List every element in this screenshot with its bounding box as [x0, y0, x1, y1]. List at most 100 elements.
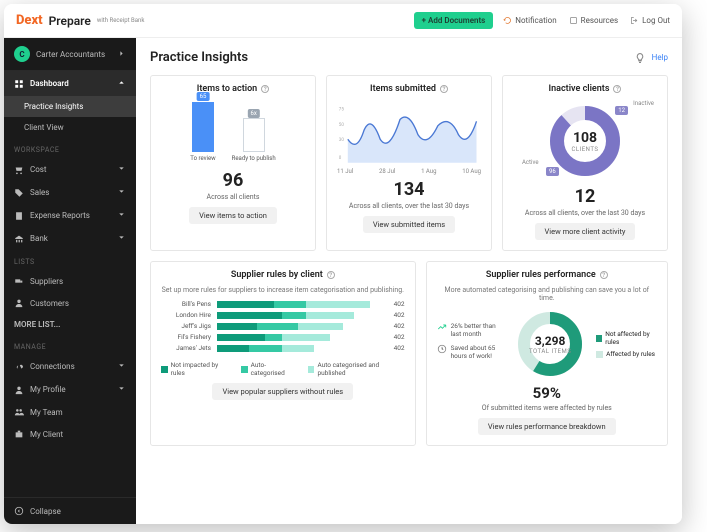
bulb-icon[interactable] — [634, 52, 646, 64]
nav-notification-label: Notification — [515, 16, 556, 25]
view-submitted-button[interactable]: View submitted items — [363, 216, 455, 233]
view-activity-button[interactable]: View more client activity — [535, 223, 636, 240]
stat-caption: Across all clients, over the last 30 day… — [349, 202, 469, 210]
card-title: Supplier rules by client — [231, 270, 323, 280]
info-icon[interactable]: ? — [613, 85, 621, 93]
sidebar-customers[interactable]: Customers — [4, 292, 136, 314]
hbar-row: London Hire402 — [161, 311, 405, 319]
view-items-button[interactable]: View items to action — [189, 207, 277, 224]
nav-logout-label: Log Out — [642, 16, 670, 25]
collapse-button[interactable]: Collapse — [4, 497, 136, 524]
inactive-tag: 12 — [615, 106, 628, 115]
chevron-right-icon — [117, 49, 126, 60]
nav-logout[interactable]: Log Out — [630, 16, 670, 25]
page-title: Practice Insights — [150, 50, 248, 65]
sidebar-client-view[interactable]: Client View — [4, 117, 136, 138]
refresh-icon — [503, 16, 512, 25]
card-title: Supplier rules performance — [486, 270, 596, 280]
sidebar-my-team[interactable]: My Team — [4, 401, 136, 423]
nav-resources[interactable]: Resources — [569, 16, 618, 25]
section-manage: MANAGE — [4, 335, 136, 355]
sidebar-my-client[interactable]: My Client — [4, 423, 136, 445]
svg-text:0: 0 — [339, 155, 342, 161]
sidebar-expense-reports[interactable]: Expense Reports — [4, 204, 136, 227]
sidebar-practice-insights[interactable]: Practice Insights — [4, 96, 136, 117]
document-icon — [14, 211, 24, 221]
view-suppliers-button[interactable]: View popular suppliers without rules — [212, 383, 353, 400]
card-items-submitted: Items submitted? 7550300 11 Jul28 Jul1 A… — [326, 75, 492, 251]
sidebar-suppliers[interactable]: Suppliers — [4, 270, 136, 292]
bar-ready-publish: 6x — [243, 118, 265, 152]
chevron-down-icon — [117, 233, 126, 244]
profile-icon — [14, 385, 24, 395]
card-title: Inactive clients — [549, 84, 610, 94]
sidebar-cost[interactable]: Cost — [4, 158, 136, 181]
section-lists: LISTS — [4, 250, 136, 270]
brand-logo: Dext — [16, 13, 43, 28]
truck-icon — [14, 276, 24, 286]
hbar-row: Bill's Pens402 — [161, 300, 405, 308]
line-chart: 7550300 — [337, 100, 481, 166]
collapse-label: Collapse — [30, 507, 61, 516]
main-content: Practice Insights Help Items to action? … — [136, 38, 682, 524]
sidebar-bank[interactable]: Bank — [4, 227, 136, 250]
link-icon — [14, 362, 24, 372]
account-name: Carter Accountants — [36, 50, 105, 59]
stat-caption: Across all clients — [207, 193, 260, 201]
product-name: Prepare — [49, 14, 91, 28]
product-sub: with Receipt Bank — [97, 17, 145, 24]
info-icon[interactable]: ? — [600, 271, 608, 279]
sidebar-dashboard[interactable]: Dashboard — [4, 71, 136, 96]
hbar-row: Fil's Fishery402 — [161, 333, 405, 341]
svg-text:50: 50 — [339, 122, 345, 128]
card-subtitle: Set up more rules for suppliers to incre… — [162, 286, 404, 294]
sidebar-connections[interactable]: Connections — [4, 355, 136, 378]
svg-text:30: 30 — [339, 137, 345, 143]
topbar: Dext Prepare with Receipt Bank + Add Doc… — [4, 4, 682, 38]
clock-icon — [437, 344, 447, 354]
chevron-up-icon — [117, 78, 126, 89]
add-documents-button[interactable]: + Add Documents — [414, 12, 494, 29]
dashboard-icon — [14, 79, 24, 89]
legend: Not impacted by rules Auto-categorised A… — [161, 361, 405, 377]
book-icon — [569, 16, 578, 25]
logout-icon — [630, 16, 639, 25]
card-subtitle: More automated categorising and publishi… — [437, 286, 657, 302]
sidebar-sales[interactable]: Sales — [4, 181, 136, 204]
account-switcher[interactable]: C Carter Accountants — [4, 38, 136, 71]
pct-value: 59% — [533, 384, 561, 402]
sidebar-my-profile[interactable]: My Profile — [4, 378, 136, 401]
donut-chart: 108CLIENTS 96 12 Active Inactive — [544, 100, 626, 182]
bar-to-review: 65 — [192, 102, 214, 152]
card-inactive-clients: Inactive clients? 108CLIENTS 96 12 Activ… — [502, 75, 668, 251]
info-icon[interactable]: ? — [261, 85, 269, 93]
hbar-row: James' Jets402 — [161, 344, 405, 352]
user-icon — [14, 298, 24, 308]
sidebar-more-lists[interactable]: MORE LIST... — [4, 314, 136, 335]
view-breakdown-button[interactable]: View rules performance breakdown — [478, 418, 616, 435]
card-supplier-rules: Supplier rules by client? Set up more ru… — [150, 261, 416, 446]
briefcase-icon — [14, 429, 24, 439]
card-items-to-action: Items to action? 65To review 6xReady to … — [150, 75, 316, 251]
hbar-chart: Bill's Pens402 London Hire402 Jeff's Jig… — [161, 300, 405, 355]
stat-value: 134 — [394, 179, 425, 200]
nav-resources-label: Resources — [581, 16, 618, 25]
info-icon[interactable]: ? — [327, 271, 335, 279]
card-rules-performance: Supplier rules performance? More automat… — [426, 261, 668, 446]
stat-value: 12 — [575, 186, 596, 207]
info-icon[interactable]: ? — [440, 85, 448, 93]
avatar: C — [14, 46, 30, 62]
stat-value: 96 — [223, 170, 244, 191]
hbar-row: Jeff's Jigs402 — [161, 322, 405, 330]
section-workspace: WORKSPACE — [4, 138, 136, 158]
stat-caption: Across all clients, over the last 30 day… — [525, 209, 645, 217]
app-window: Dext Prepare with Receipt Bank + Add Doc… — [4, 4, 682, 524]
collapse-icon — [14, 506, 24, 516]
card-title: Items submitted — [370, 84, 436, 94]
sidebar-dashboard-label: Dashboard — [30, 79, 69, 88]
x-axis: 11 Jul28 Jul1 Aug10 Aug — [337, 168, 481, 175]
help-link[interactable]: Help — [652, 53, 668, 62]
chevron-down-icon — [117, 164, 126, 175]
nav-notification[interactable]: Notification — [503, 16, 556, 25]
chevron-down-icon — [117, 384, 126, 395]
